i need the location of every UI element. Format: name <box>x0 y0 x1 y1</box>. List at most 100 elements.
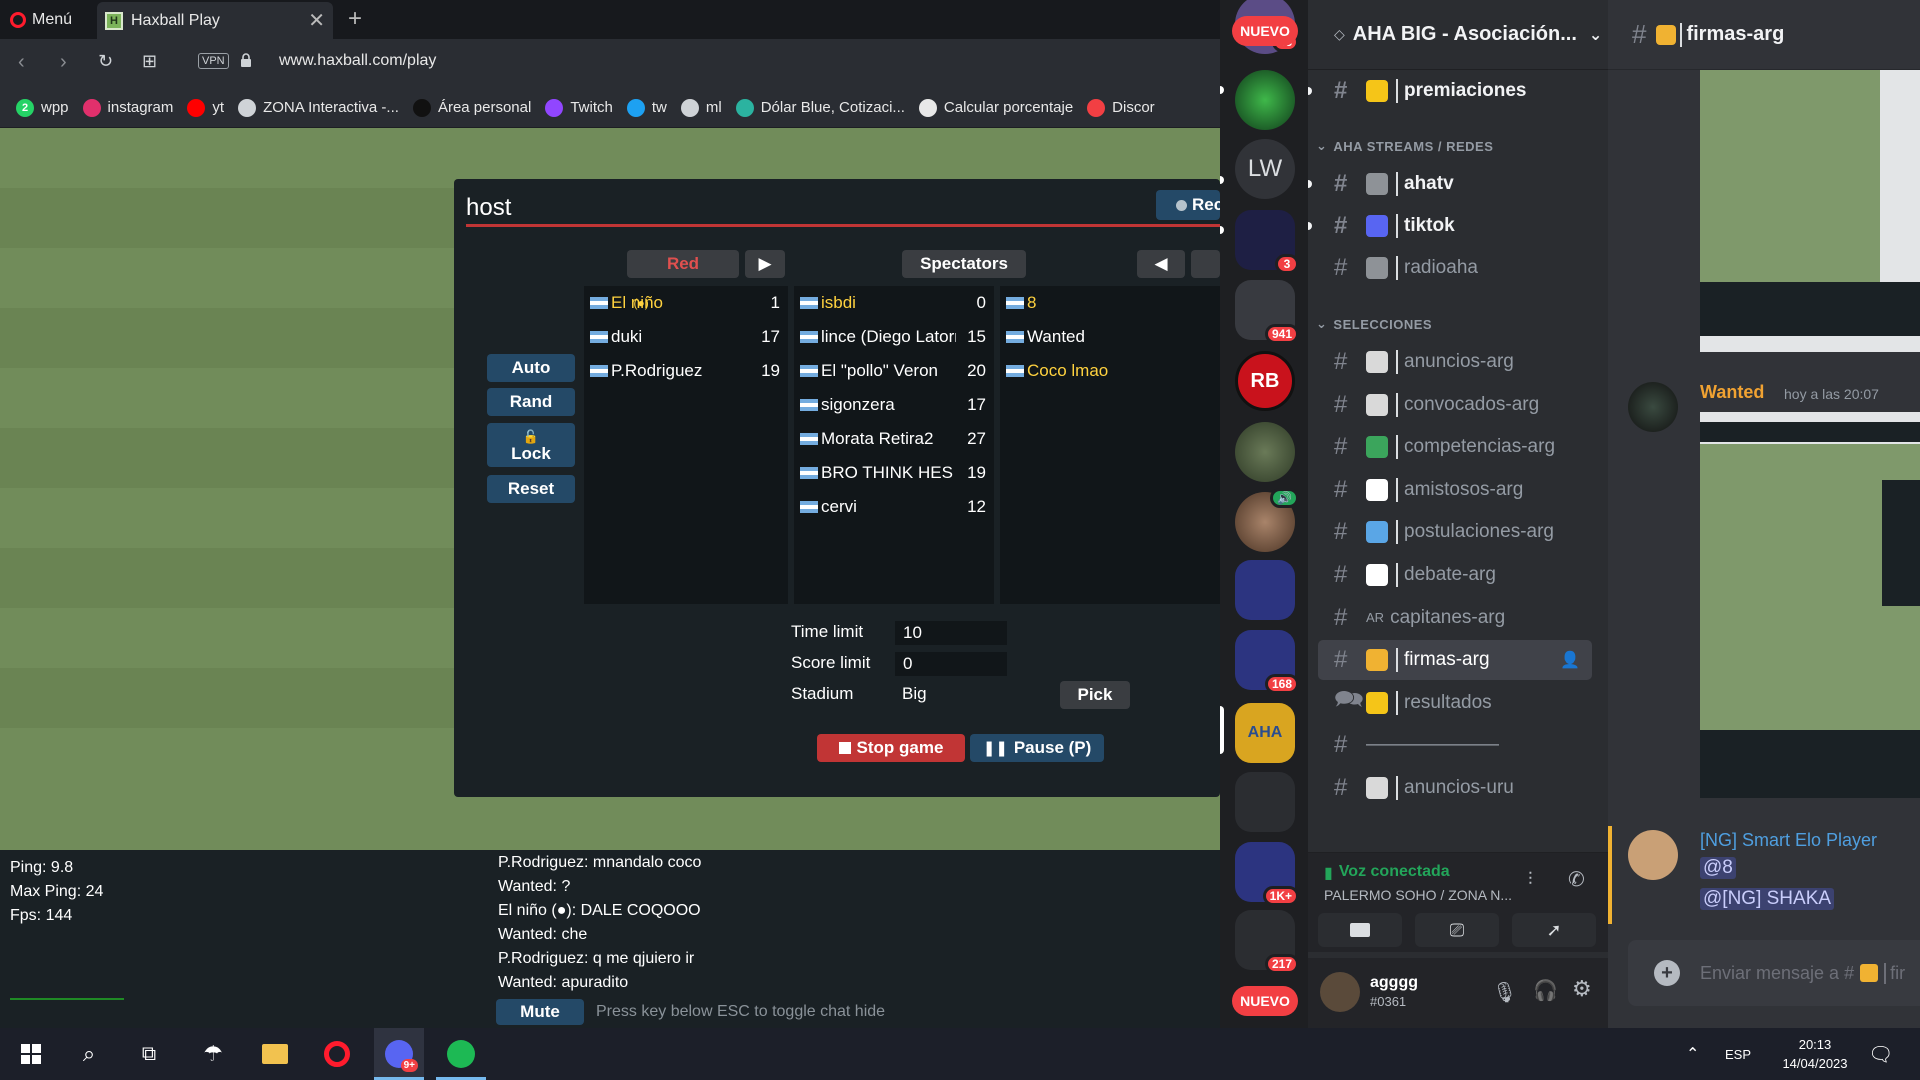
channel-firmas-arg[interactable]: # firmas-arg 👤 <box>1318 640 1592 681</box>
notifications-icon[interactable]: 🗨 <box>1868 1028 1893 1080</box>
chat-input[interactable]: Press key below ESC to toggle chat hide <box>588 999 1220 1025</box>
time-limit-field[interactable]: 10 <box>895 621 1007 645</box>
bookmark-8[interactable]: Dólar Blue, Cotizaci... <box>735 98 905 117</box>
add-attachment-icon[interactable]: + <box>1654 960 1680 986</box>
player-row[interactable]: El "pollo" Veron 20 <box>794 354 994 388</box>
server-folder-1[interactable]: 3 <box>1235 210 1299 274</box>
server-folder-2[interactable]: 941 <box>1235 280 1299 344</box>
chevron-up-icon[interactable]: ⌃ <box>1686 1028 1699 1080</box>
clock[interactable]: 20:13 14/04/2023 <box>1776 1028 1854 1080</box>
vpn-badge[interactable]: VPN <box>198 53 229 69</box>
server-icon-dark[interactable] <box>1235 422 1295 482</box>
mic-icon[interactable]: 🎙 <box>1492 980 1517 1005</box>
player-row[interactable]: 8 <box>1000 286 1220 320</box>
channel-tiktok[interactable]: # tiktok <box>1308 206 1592 246</box>
url-field[interactable]: www.haxball.com/play <box>279 52 436 70</box>
close-tab-icon[interactable]: ✕ <box>308 8 325 33</box>
bookmark-1[interactable]: instagram <box>82 98 173 117</box>
spotify-taskbar-icon[interactable] <box>436 1028 486 1080</box>
bookmark-2[interactable]: yt <box>187 98 224 117</box>
server-icon-face[interactable]: 🔊 <box>1235 488 1299 552</box>
forward-icon[interactable]: › <box>60 51 67 74</box>
start-button[interactable] <box>6 1028 56 1080</box>
channel-category[interactable]: ⌄ AHA STREAMS / REDES <box>1316 138 1493 154</box>
channel-premiaciones[interactable]: # premiaciones <box>1308 71 1592 111</box>
disconnect-icon[interactable]: ✆ <box>1568 867 1585 892</box>
opera-menu-button[interactable]: Menú <box>10 8 72 32</box>
score-limit-field[interactable]: 0 <box>895 652 1007 676</box>
file-explorer-icon[interactable] <box>250 1028 300 1080</box>
bookmark-3[interactable]: ZONA Interactiva -... <box>238 98 399 117</box>
bookmark-4[interactable]: Área personal <box>412 98 531 117</box>
server-lw[interactable]: LW <box>1235 139 1295 199</box>
bookmark-6[interactable]: tw <box>626 98 667 117</box>
blue-team-list[interactable]: 8 Wanted Coco lmao <box>1000 286 1220 604</box>
channel-category[interactable]: ⌄ SELECCIONES <box>1316 316 1432 332</box>
widgets-icon[interactable]: ☂ <box>188 1028 238 1080</box>
rand-button[interactable]: Rand <box>487 388 575 416</box>
camera-button[interactable] <box>1318 913 1402 947</box>
attachment-image-2[interactable] <box>1700 412 1920 798</box>
bookmark-5[interactable]: Twitch <box>545 98 613 117</box>
server-icon-green[interactable] <box>1235 70 1295 130</box>
server-folder-7[interactable]: 217 <box>1235 910 1299 974</box>
pick-stadium-button[interactable]: Pick <box>1060 681 1130 709</box>
bookmark-10[interactable]: Discor <box>1087 98 1155 117</box>
screenshare-button[interactable]: ⎚ <box>1415 913 1499 947</box>
spectators-list[interactable]: isbdi 0 lince (Diego Latorre) 15 El "pollo" … <box>794 286 994 604</box>
stop-game-button[interactable]: Stop game <box>817 734 965 762</box>
voice-channel-name[interactable]: PALERMO SOHO / ZONA N... <box>1324 887 1512 903</box>
smart-elo-avatar[interactable] <box>1628 830 1678 880</box>
mention-8[interactable]: @8 <box>1700 857 1736 879</box>
noise-suppression-icon[interactable]: ⫶ <box>1528 869 1533 890</box>
channel-radioaha[interactable]: # radioaha <box>1318 248 1592 288</box>
pause-button[interactable]: ❚❚ Pause (P) <box>970 734 1104 762</box>
channel-[interactable]: # ——————— <box>1318 725 1592 765</box>
channel-debate-arg[interactable]: # debate-arg <box>1318 555 1592 595</box>
player-row[interactable]: P.Rodriguez 19 <box>584 354 788 388</box>
bookmark-0[interactable]: 2 wpp <box>16 98 69 117</box>
reload-icon[interactable]: ↻ <box>98 51 113 72</box>
red-team-button[interactable]: Red <box>627 250 739 278</box>
reset-button[interactable]: Reset <box>487 475 575 503</box>
channel-anuncios-uru[interactable]: # anuncios-uru <box>1318 768 1592 808</box>
stadium-value[interactable]: Big <box>902 684 927 704</box>
blue-team-button[interactable] <box>1191 250 1220 278</box>
attachment-image-1[interactable] <box>1700 70 1920 352</box>
channel-capitanes-arg[interactable]: # AR capitanes-arg <box>1318 598 1592 638</box>
lock-icon[interactable] <box>240 53 252 67</box>
back-arrow-icon[interactable]: ◀ <box>1137 250 1185 278</box>
player-row[interactable]: Coco lmao <box>1000 354 1220 388</box>
headphones-icon[interactable]: 🎧 <box>1533 978 1558 1003</box>
avatar[interactable] <box>1320 972 1360 1012</box>
server-folder-3[interactable] <box>1235 560 1295 620</box>
player-row[interactable]: BRO THINK HES HIM 19 <box>794 456 994 490</box>
channel-ahatv[interactable]: # ahatv <box>1308 164 1592 204</box>
player-row[interactable]: Wanted <box>1000 320 1220 354</box>
player-row[interactable]: cervi 12 <box>794 490 994 524</box>
wanted-avatar[interactable] <box>1628 382 1678 432</box>
auto-button[interactable]: Auto <box>487 354 575 382</box>
spectators-button[interactable]: Spectators <box>902 250 1026 278</box>
player-row[interactable]: El niño (●) 1 <box>584 286 788 320</box>
player-row[interactable]: lince (Diego Latorre) 15 <box>794 320 994 354</box>
server-folder-5[interactable] <box>1235 772 1295 832</box>
player-row[interactable]: sigonzera 17 <box>794 388 994 422</box>
back-icon[interactable]: ‹ <box>18 51 25 74</box>
server-folder-4[interactable]: 168 <box>1235 630 1299 694</box>
lock-button[interactable]: 🔓 Lock <box>487 423 575 467</box>
bookmark-9[interactable]: Calcular porcentaje <box>918 98 1073 117</box>
mute-button[interactable]: Mute <box>496 999 584 1025</box>
search-icon[interactable]: ⌕ <box>64 1028 114 1080</box>
channel-anuncios-arg[interactable]: # anuncios-arg <box>1318 342 1592 382</box>
guild-header[interactable]: ◇ AHA BIG - Asociación... ⌄ <box>1308 0 1608 70</box>
discord-taskbar-icon[interactable]: 9+ <box>374 1028 424 1080</box>
channel-resultados[interactable]: 🗪 resultados <box>1318 683 1592 723</box>
new-tab-button[interactable]: + <box>348 5 362 33</box>
channel-competencias-arg[interactable]: # competencias-arg <box>1318 427 1592 467</box>
player-row[interactable]: duki 17 <box>584 320 788 354</box>
invite-member-icon[interactable]: 👤 <box>1560 650 1580 670</box>
play-arrow-icon[interactable]: ▶ <box>745 250 785 278</box>
server-aha-icon[interactable]: AHA <box>1235 703 1295 763</box>
bookmark-7[interactable]: ml <box>680 98 722 117</box>
